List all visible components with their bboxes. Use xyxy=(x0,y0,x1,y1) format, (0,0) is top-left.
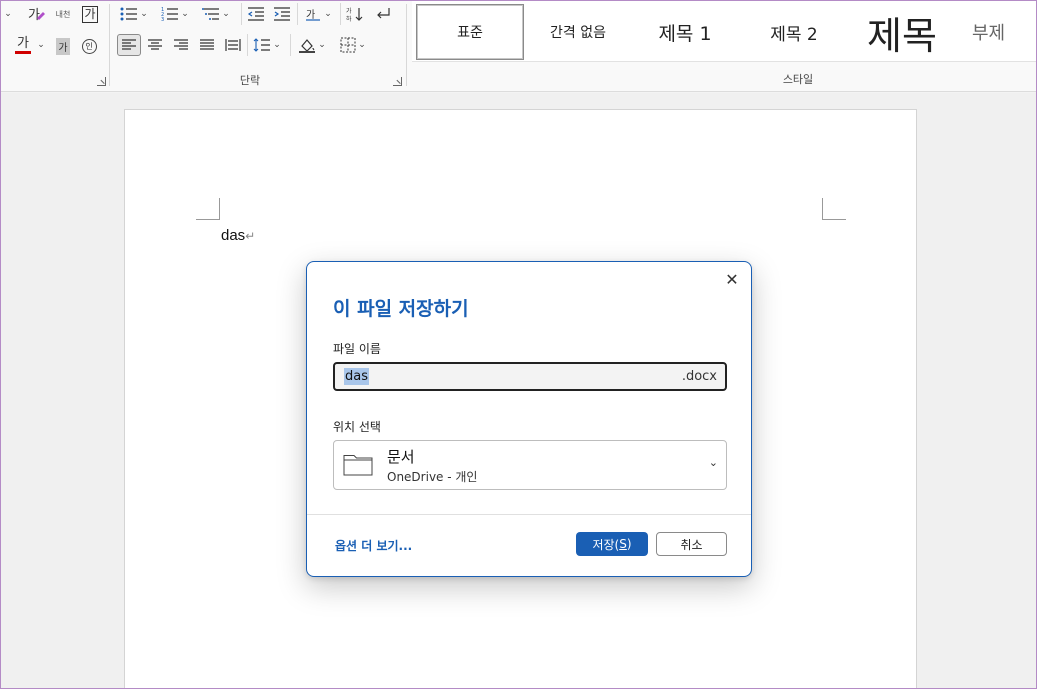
styles-gallery: 표준 간격 없음 제목 1 제목 2 제목 부제 xyxy=(412,0,1037,62)
margin-crop-mark-right xyxy=(822,198,846,220)
clear-formatting-icon[interactable]: 가 xyxy=(24,3,48,25)
phonetic-guide-icon[interactable]: 내천 xyxy=(52,3,74,25)
filename-input-value[interactable]: das xyxy=(344,368,369,385)
font-dialog-launcher-icon[interactable] xyxy=(97,77,106,86)
multilevel-list-icon[interactable]: ⌄ xyxy=(200,3,232,25)
dialog-title: 이 파일 저장하기 xyxy=(333,298,469,320)
save-button-accesskey: S xyxy=(619,537,627,551)
save-file-dialog: ✕ 이 파일 저장하기 파일 이름 das .docx 위치 선택 문서 One… xyxy=(306,261,752,577)
inline-separator xyxy=(297,3,298,25)
location-name: 문서 xyxy=(387,448,415,466)
justify-icon[interactable] xyxy=(196,34,218,56)
save-button-label: 저장( xyxy=(592,537,620,552)
align-center-icon[interactable] xyxy=(144,34,166,56)
font-color-glyph: 가 xyxy=(17,35,29,51)
styles-group-label: 스타일 xyxy=(782,73,814,86)
bullets-icon[interactable]: ⌄ xyxy=(118,3,150,25)
filename-label: 파일 이름 xyxy=(333,342,381,356)
font-color-icon[interactable]: 가 xyxy=(12,34,34,56)
character-shading-glyph: 가 xyxy=(56,37,70,55)
filename-field[interactable]: das .docx xyxy=(333,362,727,391)
borders-icon[interactable]: ⌄ xyxy=(336,34,370,56)
style-subtitle[interactable]: 부제 xyxy=(972,4,1037,60)
font-color-dropdown[interactable]: ⌄ xyxy=(34,34,46,56)
numbering-icon[interactable]: 1 2 3 ⌄ xyxy=(159,3,191,25)
align-right-icon[interactable] xyxy=(170,34,192,56)
style-normal[interactable]: 표준 xyxy=(416,4,524,60)
dialog-divider xyxy=(307,514,751,515)
chevron-down-icon: ⌄ xyxy=(708,456,718,469)
text-direction-icon[interactable]: 가 ⌄ xyxy=(302,3,334,25)
style-heading-1[interactable]: 제목 1 xyxy=(632,4,738,60)
inline-separator xyxy=(340,3,341,25)
folder-icon xyxy=(343,452,373,480)
character-shading-icon[interactable]: 가 xyxy=(54,35,72,57)
character-border-glyph: 가 xyxy=(82,5,98,23)
show-paragraph-marks-icon[interactable] xyxy=(372,3,394,25)
location-label: 위치 선택 xyxy=(333,420,381,434)
svg-text:가: 가 xyxy=(306,9,315,21)
inline-separator xyxy=(290,34,291,56)
paragraph-group-label: 단락 xyxy=(239,74,261,87)
enclose-characters-glyph: 인 xyxy=(81,38,97,54)
svg-text:하: 하 xyxy=(346,15,352,22)
enclose-characters-icon[interactable]: 인 xyxy=(79,35,99,57)
paragraph-mark-icon: ↵ xyxy=(245,229,256,243)
sort-icon[interactable]: 가하 xyxy=(344,3,366,25)
paragraph-group: ⌄ 1 2 3 ⌄ ⌄ 가 ⌄ 가하 ⌄ ⌄ ⌄ 단락 xyxy=(110,0,406,92)
save-button-label-end: ) xyxy=(626,537,632,551)
dropdown-caret[interactable]: ⌄ xyxy=(0,3,14,25)
close-icon[interactable]: ✕ xyxy=(721,268,743,290)
shading-icon[interactable]: ⌄ xyxy=(295,34,329,56)
inline-separator xyxy=(247,34,248,56)
location-subtitle: OneDrive - 개인 xyxy=(387,470,478,484)
font-group: ⌄ 가 내천 가 가 ⌄ 가 인 xyxy=(0,0,108,92)
save-button[interactable]: 저장(S) xyxy=(576,532,648,556)
paragraph-dialog-launcher-icon[interactable] xyxy=(393,77,402,86)
style-title[interactable]: 제목 xyxy=(852,4,952,60)
line-spacing-icon[interactable]: ⌄ xyxy=(251,34,283,56)
location-select[interactable]: 문서 OneDrive - 개인 ⌄ xyxy=(333,440,727,490)
font-color-bar xyxy=(15,50,31,54)
svg-text:가: 가 xyxy=(346,7,352,15)
group-separator xyxy=(406,4,407,86)
document-body-text[interactable]: das↵ xyxy=(221,227,255,244)
more-options-link[interactable]: 옵션 더 보기... xyxy=(335,537,412,554)
margin-crop-mark-left xyxy=(196,198,220,220)
inline-separator xyxy=(241,3,242,25)
document-text: das xyxy=(221,227,246,244)
distribute-icon[interactable] xyxy=(222,34,244,56)
file-extension: .docx xyxy=(681,369,717,384)
decrease-indent-icon[interactable] xyxy=(245,3,267,25)
cancel-button[interactable]: 취소 xyxy=(656,532,727,556)
svg-text:3: 3 xyxy=(161,17,164,22)
phonetic-guide-text: 내천 xyxy=(55,9,71,19)
svg-text:가: 가 xyxy=(28,8,40,23)
increase-indent-icon[interactable] xyxy=(271,3,293,25)
ribbon: ⌄ 가 내천 가 가 ⌄ 가 인 ⌄ 1 2 3 ⌄ ⌄ 가 ⌄ 가 하 ⌄ ⌄… xyxy=(0,0,1037,92)
style-no-spacing[interactable]: 간격 없음 xyxy=(530,4,626,60)
align-left-icon[interactable] xyxy=(117,34,141,56)
style-heading-2[interactable]: 제목 2 xyxy=(742,4,846,60)
character-border-icon[interactable]: 가 xyxy=(80,3,100,25)
